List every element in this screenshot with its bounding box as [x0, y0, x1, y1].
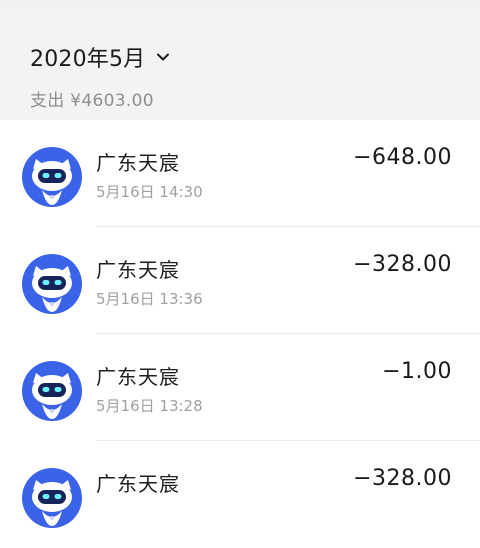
- transaction-row[interactable]: 广东天宸 5月16日 13:28 −1.00: [0, 334, 480, 441]
- transaction-row[interactable]: 广东天宸 5月16日 14:30 −648.00: [0, 120, 480, 227]
- merchant-name: 广东天宸: [96, 472, 180, 496]
- month-label: 2020年5月: [30, 47, 146, 72]
- expense-total: 支出 ¥4603.00: [30, 91, 154, 111]
- transaction-amount: −648.00: [353, 145, 452, 170]
- transaction-time: 5月16日 13:36: [96, 290, 203, 308]
- merchant-name: 广东天宸: [96, 151, 180, 175]
- transaction-amount: −328.00: [353, 466, 452, 491]
- robot-avatar-icon: [22, 147, 82, 207]
- robot-avatar-icon: [22, 468, 82, 528]
- top-strip: [0, 0, 480, 10]
- merchant-name: 广东天宸: [96, 258, 180, 282]
- robot-avatar-icon: [22, 254, 82, 314]
- transaction-amount: −328.00: [353, 252, 452, 277]
- transaction-time: 5月16日 13:28: [96, 397, 203, 415]
- transaction-row[interactable]: 广东天宸 −328.00: [0, 441, 480, 548]
- transaction-row[interactable]: 广东天宸 5月16日 13:36 −328.00: [0, 227, 480, 334]
- month-summary: 2020年5月 支出 ¥4603.00: [0, 10, 480, 120]
- robot-avatar-icon: [22, 361, 82, 421]
- transaction-time: 5月16日 14:30: [96, 183, 203, 201]
- month-selector[interactable]: 2020年5月: [30, 40, 171, 74]
- merchant-name: 广东天宸: [96, 365, 180, 389]
- transaction-amount: −1.00: [382, 359, 452, 384]
- chevron-down-icon: [157, 53, 170, 61]
- transaction-list: 广东天宸 5月16日 14:30 −648.00 广东天宸 5月16日 13:3…: [0, 120, 480, 548]
